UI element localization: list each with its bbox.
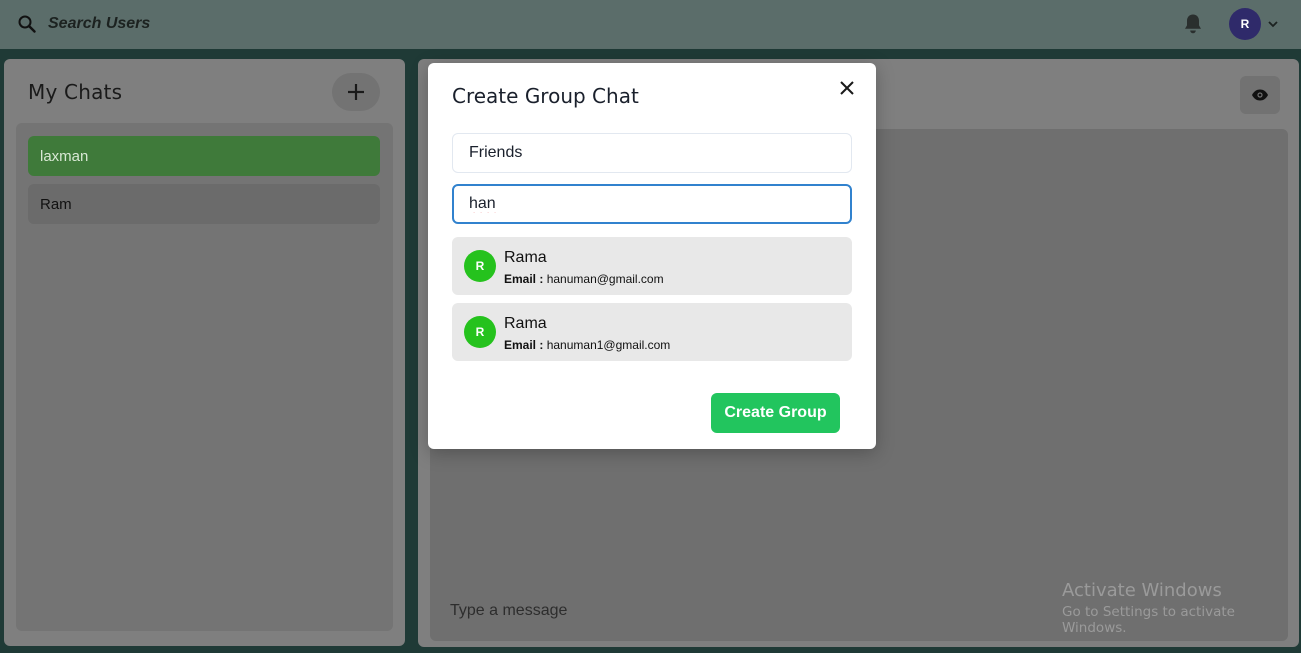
chat-item-laxman[interactable]: laxman	[28, 136, 380, 176]
result-email: Email : hanuman1@gmail.com	[504, 338, 670, 352]
result-email: Email : hanuman@gmail.com	[504, 272, 664, 286]
close-button[interactable]	[835, 76, 859, 100]
watermark-subtitle: Go to Settings to activate Windows.	[1062, 604, 1235, 636]
search-result-item[interactable]: R Rama Email : hanuman1@gmail.com	[452, 303, 852, 361]
avatar: R	[1229, 8, 1261, 40]
chat-item-ram[interactable]: Ram	[28, 184, 380, 224]
result-name: Rama	[504, 249, 547, 266]
message-input[interactable]	[448, 595, 1052, 627]
my-chats-title: My Chats	[28, 80, 123, 104]
new-group-chat-button[interactable]	[332, 73, 380, 111]
bell-icon[interactable]	[1183, 13, 1203, 35]
email-value: hanuman@gmail.com	[546, 272, 664, 286]
avatar: R	[464, 316, 496, 348]
chat-list: laxman Ram	[16, 123, 393, 631]
group-name-input[interactable]	[452, 133, 852, 173]
chat-item-label: Ram	[40, 195, 72, 213]
eye-icon	[1252, 89, 1268, 101]
chat-item-label: laxman	[40, 147, 89, 165]
email-label: Email :	[504, 338, 544, 352]
profile-menu-button[interactable]: R	[1229, 8, 1279, 40]
modal-title: Create Group Chat	[452, 84, 639, 108]
create-group-chat-modal: Create Group Chat R Rama Email : hanuman…	[428, 63, 876, 449]
plus-icon	[348, 84, 364, 100]
email-value: hanuman1@gmail.com	[546, 338, 671, 352]
result-name: Rama	[504, 315, 547, 332]
close-icon	[840, 81, 854, 95]
watermark-title: Activate Windows	[1062, 580, 1222, 601]
search-result-item[interactable]: R Rama Email : hanuman@gmail.com	[452, 237, 852, 295]
create-group-button[interactable]: Create Group	[711, 393, 840, 433]
add-users-search-input[interactable]	[452, 184, 852, 224]
activate-windows-watermark: Activate Windows Go to Settings to activ…	[1062, 580, 1301, 636]
email-label: Email :	[504, 272, 544, 286]
search-users-label: Search Users	[48, 15, 151, 32]
view-profile-button[interactable]	[1240, 76, 1280, 114]
search-users-button[interactable]: Search Users	[8, 6, 158, 42]
chevron-down-icon	[1268, 21, 1278, 28]
my-chats-panel: My Chats laxman Ram	[4, 59, 405, 646]
avatar: R	[464, 250, 496, 282]
search-icon	[18, 15, 36, 33]
top-bar: Search Users R	[0, 0, 1301, 49]
